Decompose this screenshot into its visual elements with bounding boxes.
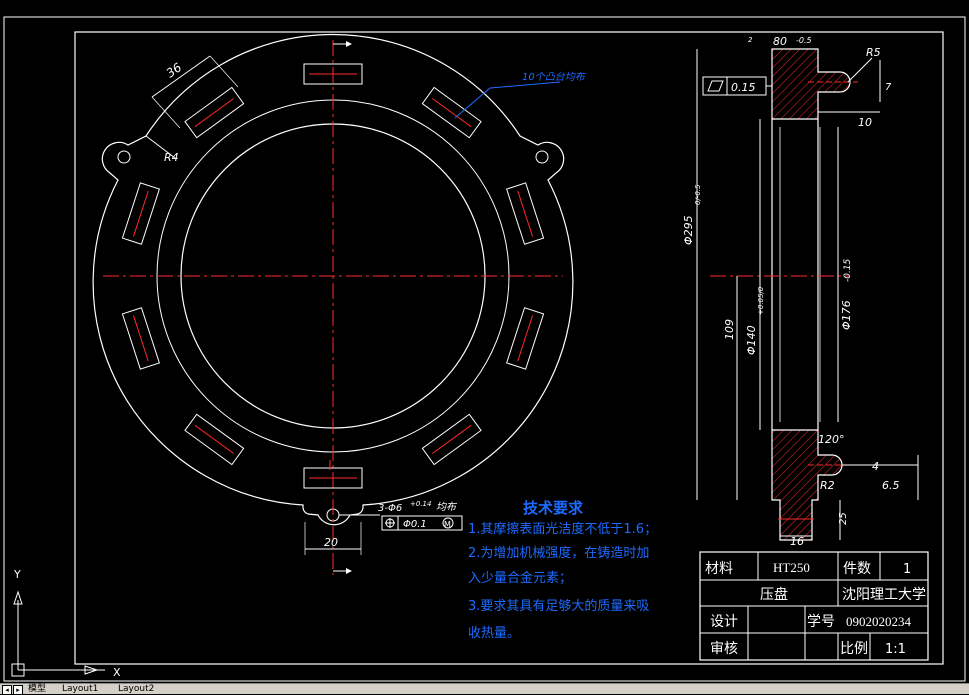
dim-120-text: 120° (818, 433, 845, 446)
tb-student-id: 0902020234 (846, 614, 912, 629)
title-block: 材料 HT250 件数 1 压盘 沈阳理工大学 设计 学号 0902020234… (699, 551, 929, 661)
position-frame-text: Φ0.1 (403, 519, 427, 530)
tb-qty-label: 件数 (843, 561, 871, 577)
dim-176-text: Φ176 (840, 300, 853, 330)
dim-65-text: 6.5 (882, 479, 900, 492)
front-view: 36 R4 10个凸台均布 20 3-Φ6 +0.14 均布 Φ0.1 M (92, 33, 587, 575)
boss-centerline (431, 98, 472, 128)
boss-9 (121, 182, 161, 245)
tb-scale: 1:1 (885, 642, 906, 657)
dim-295-tol: 0/-0.5 (694, 184, 702, 205)
tb-material: HT250 (773, 560, 810, 575)
layout-tab-bar: ◂ ▸ 模型 Layout1 Layout2 (0, 683, 969, 695)
section-top (771, 48, 851, 120)
dim-r5-text: R5 (866, 46, 881, 59)
hole-tol-upper: +0.14 (410, 500, 431, 508)
boss-centerline (194, 424, 235, 454)
dim-36-line (151, 55, 211, 98)
cad-drawing-canvas[interactable]: 36 R4 10个凸台均布 20 3-Φ6 +0.14 均布 Φ0.1 M Φ2… (0, 0, 969, 683)
dim-295-text: Φ295 (682, 215, 695, 245)
dim-r2-text: R2 (820, 479, 835, 492)
tb-qty: 1 (903, 562, 911, 577)
hole-callout-text: 3-Φ6 (378, 503, 402, 514)
tb-part-name: 压盘 (760, 586, 788, 603)
cut-arrowhead-top (346, 41, 352, 47)
ucs-icon: Y X (11, 568, 121, 679)
tech-line-4: 3.要求其具有足够大的质量来吸 (468, 598, 649, 614)
tb-design-label: 设计 (710, 614, 738, 630)
tech-requirements: 技术要求 1.其摩擦表面光洁度不低于1.6； 2.为增加机械强度，在铸造时加 入… (468, 499, 657, 641)
cut-arrowhead-bottom (346, 568, 352, 574)
dim-20-text: 20 (324, 536, 338, 549)
lug-hole-right (535, 150, 549, 164)
boss-note-text: 10个凸台均布 (522, 71, 587, 83)
dim-4-text: 4 (872, 460, 879, 473)
tb-material-label: 材料 (705, 561, 733, 577)
mmc-text: M (444, 520, 451, 529)
tab-nav-first-icon[interactable]: ◂ (2, 685, 12, 695)
flatness-text: 0.15 (731, 81, 756, 94)
tb-id-label: 学号 (807, 614, 835, 630)
dim-36-text: 36 (164, 60, 185, 80)
flatness-symbol-icon (707, 80, 724, 92)
dim-10-text: 10 (858, 116, 872, 129)
lug-hole-left (117, 150, 131, 164)
tech-title: 技术要求 (523, 499, 584, 517)
dim-25-text: 25 (838, 512, 849, 525)
dim-16-text: 16 (790, 535, 804, 548)
boss-8 (121, 307, 161, 370)
dim-80-tol: -0.5 (796, 36, 812, 45)
dim-140-text: Φ140 (745, 325, 758, 355)
side-section-view: Φ295 0/-0.5 109 Φ140 +0.05/0 Φ176 -0.15 … (682, 35, 919, 548)
drawing-border (74, 31, 944, 665)
dim-r4-text: R4 (164, 151, 179, 164)
tb-review-label: 审核 (710, 641, 738, 657)
dim-36-ext1 (151, 96, 181, 129)
dim-140-tol: +0.05/0 (757, 286, 765, 315)
dim-36-ext2 (209, 55, 239, 88)
dim-109-text: 109 (723, 319, 736, 340)
tb-scale-label: 比例 (840, 641, 868, 657)
tech-line-2: 2.为增加机械强度，在铸造时加 (468, 545, 649, 561)
small-t-text: 2 (748, 36, 753, 44)
tech-line-5: 收热量。 (468, 626, 520, 641)
boss-4 (505, 307, 545, 370)
tab-nav-prev-icon[interactable]: ▸ (13, 685, 23, 695)
boss-3 (505, 182, 545, 245)
boss-centerline (194, 98, 235, 128)
ucs-x-label: X (113, 666, 121, 679)
boss-centerline (431, 424, 472, 454)
tb-school: 沈阳理工大学 (842, 587, 926, 603)
dim-7-text: 7 (885, 82, 892, 93)
dim-80-text: 80 (773, 35, 787, 48)
hole-equal-text: 均布 (436, 501, 458, 513)
r5-leader (847, 57, 873, 83)
tech-line-3: 入少量合金元素； (468, 570, 572, 586)
boss-note-leader (454, 81, 561, 119)
dim-176-tol: -0.15 (843, 258, 853, 282)
ucs-y-label: Y (13, 568, 21, 581)
tech-line-1: 1.其摩擦表面光洁度不低于1.6； (468, 521, 657, 537)
